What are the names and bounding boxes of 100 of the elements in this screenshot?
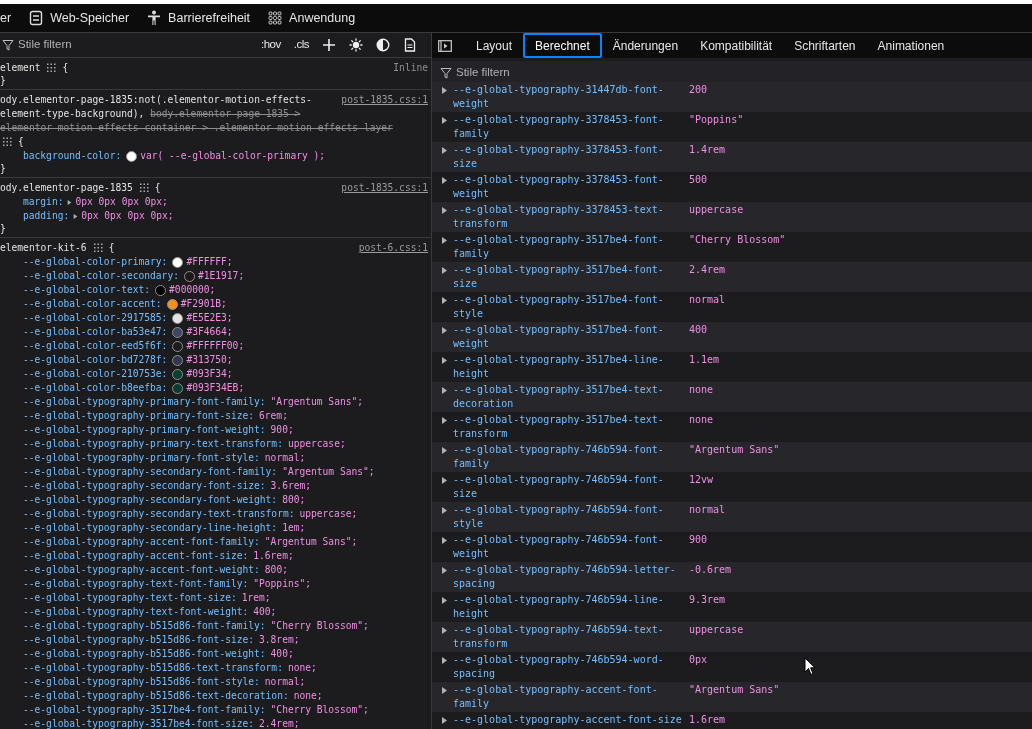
color-swatch[interactable] — [172, 312, 184, 324]
panel-tab[interactable]: Layout — [465, 33, 524, 58]
property-name: --e-global-typography-3378453-font-weight — [453, 173, 665, 201]
color-swatch[interactable] — [172, 354, 184, 366]
selector-text: body.elementor-page-1835 > — [150, 107, 301, 121]
source-link[interactable]: post-6.css:1 — [358, 241, 431, 255]
expand-arrow-icon[interactable] — [441, 326, 448, 335]
sidebar-toggle-icon[interactable] — [438, 39, 452, 52]
expand-arrow-icon[interactable] — [441, 176, 448, 185]
toolbar-tab[interactable]: Web-Speicher — [29, 4, 130, 32]
property-value: "Cherry Blossom"; — [270, 619, 369, 633]
property-value: 2.4rem; — [259, 717, 300, 729]
property-value: 400; — [270, 647, 294, 661]
color-swatch[interactable] — [166, 298, 178, 310]
expand-arrow-icon[interactable] — [441, 356, 448, 365]
color-swatch[interactable] — [183, 270, 195, 282]
property-value: var( --e-global-color-primary ); — [140, 149, 326, 163]
property-name: --e-global-typography-primary-text-transform: — [23, 437, 283, 451]
expand-arrow-icon[interactable] — [441, 146, 448, 155]
property-value: #E5E2E3; — [186, 311, 233, 325]
toggle-button[interactable]: .cls — [293, 36, 309, 54]
expand-arrow-icon[interactable] — [441, 266, 448, 275]
property-name: --e-global-typography-3378453-font-family — [453, 113, 665, 141]
expand-arrow-icon[interactable] — [441, 386, 448, 395]
panel-tab[interactable]: Animationen — [866, 33, 956, 58]
expand-arrow-icon[interactable] — [441, 626, 448, 635]
property-value: #FFFFFF00; — [186, 339, 245, 353]
property-value: "Poppins"; — [253, 577, 312, 591]
property-value: 2.4rem — [689, 263, 726, 277]
color-swatch[interactable] — [172, 326, 184, 338]
toolbar-tab[interactable]: Anwendung — [268, 4, 356, 32]
property-name: --e-global-typography-746b594-font-size — [453, 473, 665, 501]
property-name: --e-global-typography-746b594-text-transform — [453, 623, 665, 651]
property-name: --e-global-color-2917585: — [23, 311, 168, 325]
property-name: --e-global-typography-746b594-font-style — [453, 503, 665, 531]
expand-arrow-icon[interactable] — [441, 416, 448, 425]
property-value: normal; — [264, 451, 306, 465]
filter-field[interactable]: Stile filtern — [18, 36, 178, 54]
color-swatch[interactable] — [155, 284, 167, 296]
property-name: --e-global-typography-746b594-word-spacing — [453, 653, 665, 681]
expand-arrow-icon[interactable] — [441, 446, 448, 455]
property-name: --e-global-typography-secondary-font-size: — [23, 479, 266, 493]
property-value: none — [689, 383, 714, 397]
expand-arrow-icon[interactable] — [441, 566, 448, 575]
dots-grid-icon — [3, 137, 12, 147]
expand-arrow-icon[interactable] — [441, 476, 448, 485]
expand-arrow-icon[interactable] — [441, 116, 448, 125]
property-name: --e-global-color-b8eefba: — [23, 381, 168, 395]
color-swatch[interactable] — [172, 382, 184, 394]
property-name: --e-global-color-210753e: — [23, 367, 168, 381]
property-value: 3.8rem; — [259, 633, 300, 647]
property-name: --e-global-typography-3517be4-font-size: — [23, 717, 255, 729]
panel-tab[interactable]: Schriftarten — [783, 33, 867, 58]
property-value: 9.3rem — [689, 593, 726, 607]
contrast-icon[interactable] — [376, 38, 390, 52]
toolbar-tab[interactable]: Barrierefreiheit — [147, 4, 251, 32]
brace-text: } — [0, 163, 6, 174]
expand-arrow-icon[interactable] — [441, 656, 448, 665]
sun-icon[interactable] — [349, 38, 363, 52]
property-value: 6rem; — [259, 409, 288, 423]
panel-tab[interactable]: Berechnet — [523, 33, 602, 58]
property-name: --e-global-typography-3517be4-font-style — [453, 293, 665, 321]
expand-arrow-icon[interactable] — [441, 686, 448, 695]
expand-arrow-icon[interactable] — [441, 716, 448, 725]
toggle-button[interactable]: :hov — [261, 36, 281, 54]
expand-arrow-icon[interactable] — [441, 506, 448, 515]
property-name: --e-global-color-ba53e47: — [23, 325, 168, 339]
property-name: --e-global-typography-3517be4-font-family: — [23, 703, 266, 717]
panel-tab[interactable]: Kompatibilität — [689, 33, 784, 58]
expand-arrow-icon[interactable] — [441, 296, 448, 305]
document-icon[interactable] — [403, 38, 417, 52]
property-name: --e-global-typography-3517be4-text-decoration — [453, 383, 665, 411]
property-name: --e-global-typography-accent-font-weight: — [23, 563, 260, 577]
selector-text: elementor-motion-effects-container > .elementor-motion-effects-layer — [0, 121, 393, 135]
source-link[interactable]: post-1835.css:1 — [341, 93, 431, 107]
color-swatch[interactable] — [172, 340, 184, 352]
expand-arrow-icon[interactable] — [441, 536, 448, 545]
color-swatch[interactable] — [126, 150, 138, 162]
dots-grid-icon — [93, 243, 103, 253]
expand-arrow-icon[interactable] — [441, 206, 448, 215]
color-swatch[interactable] — [172, 368, 184, 380]
property-value: normal; — [264, 675, 306, 689]
expand-arrow-icon[interactable] — [441, 86, 448, 95]
property-value: #FFFFFF; — [186, 255, 233, 269]
panel-tab[interactable]: Änderungen — [601, 33, 690, 58]
property-name: --e-global-typography-31447db-font-weight — [453, 83, 665, 111]
property-value: uppercase — [689, 623, 744, 637]
color-swatch[interactable] — [172, 256, 184, 268]
toolbar-tab[interactable]: er — [0, 4, 12, 32]
property-value: 800; — [282, 493, 306, 507]
property-name: --e-global-typography-primary-font-style: — [23, 451, 260, 465]
property-value: 800; — [264, 563, 288, 577]
add-icon[interactable] — [322, 38, 336, 52]
expand-arrow-icon[interactable] — [441, 596, 448, 605]
property-value: "Argentum Sans"; — [264, 535, 358, 549]
property-name: --e-global-typography-secondary-line-height: — [23, 521, 278, 535]
source-link[interactable]: post-1835.css:1 — [341, 181, 431, 195]
property-value: 1em; — [282, 521, 306, 535]
expand-arrow-icon[interactable] — [441, 236, 448, 245]
property-value: none; — [293, 689, 323, 703]
